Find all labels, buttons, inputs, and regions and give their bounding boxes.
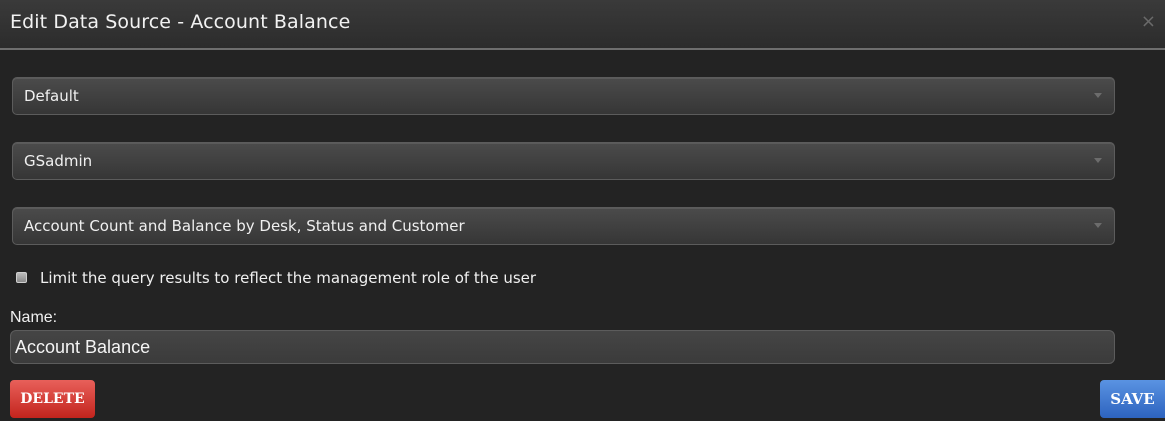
edit-data-source-dialog: Edit Data Source - Account Balance × Def… [0, 0, 1165, 421]
connection-select-value: Default [24, 87, 79, 105]
limit-query-checkbox[interactable] [16, 272, 27, 283]
save-button[interactable]: SAVE [1100, 380, 1165, 418]
connection-select[interactable]: Default [12, 77, 1115, 115]
user-select-value: GSadmin [24, 152, 93, 170]
name-input[interactable] [10, 330, 1115, 364]
chevron-down-icon [1094, 93, 1102, 98]
close-icon[interactable]: × [1141, 12, 1156, 32]
dialog-titlebar: Edit Data Source - Account Balance × [0, 0, 1165, 50]
chevron-down-icon [1094, 223, 1102, 228]
delete-button[interactable]: DELETE [10, 380, 95, 418]
query-select-value: Account Count and Balance by Desk, Statu… [24, 217, 465, 235]
query-select[interactable]: Account Count and Balance by Desk, Statu… [12, 207, 1115, 245]
user-select[interactable]: GSadmin [12, 142, 1115, 180]
dialog-title: Edit Data Source - Account Balance [10, 11, 351, 33]
limit-query-label: Limit the query results to reflect the m… [40, 269, 537, 287]
chevron-down-icon [1094, 158, 1102, 163]
name-label: Name: [10, 309, 58, 326]
